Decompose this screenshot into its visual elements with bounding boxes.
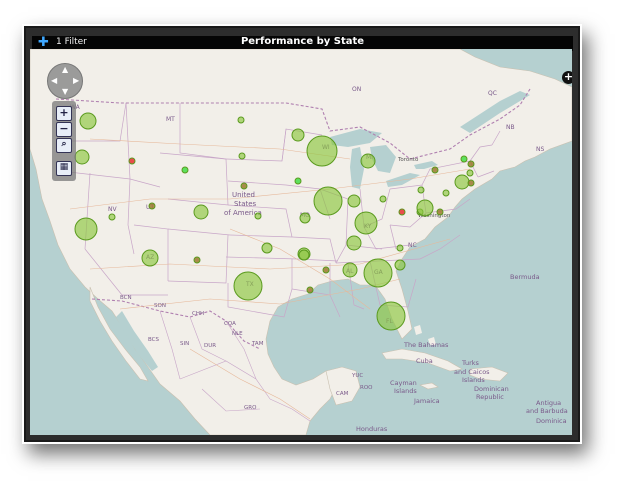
label-chh: CHH	[192, 311, 204, 317]
bubble-ut[interactable]	[148, 202, 156, 210]
expand-button[interactable]: +	[562, 71, 572, 84]
label-NS: NS	[536, 146, 544, 153]
label-cuba: Cuba	[416, 357, 433, 365]
label-antigua-1: Antigua	[536, 399, 561, 407]
bubble-pa[interactable]	[416, 199, 434, 217]
bubble-nm[interactable]	[193, 256, 201, 264]
bubble-md[interactable]	[436, 208, 444, 216]
label-cam: CAM	[336, 391, 349, 397]
label-bcs: BCS	[148, 337, 160, 343]
bubble-al[interactable]	[342, 262, 358, 278]
label-dr-2: Republic	[476, 393, 504, 401]
label-dr-1: Dominican	[474, 385, 509, 393]
zoom-in-button[interactable]: +	[56, 106, 72, 121]
label-tam: TAM	[251, 341, 264, 347]
bubble-de[interactable]	[442, 189, 450, 197]
bubble-or[interactable]	[74, 149, 90, 165]
bubble-ct[interactable]	[454, 174, 470, 190]
bubble-la[interactable]	[306, 286, 314, 294]
map-canvas[interactable]: ON QC WA MT NV UT AZ TX MO WI MI KY NC G…	[30, 49, 572, 435]
label-NB: NB	[506, 124, 515, 131]
bubble-ca[interactable]	[74, 217, 98, 241]
label-united: United	[232, 191, 255, 199]
label-toronto: Toronto	[397, 157, 419, 163]
bubble-tn[interactable]	[346, 235, 362, 251]
pan-down-icon[interactable]: ▼	[62, 88, 68, 96]
pan-compass-icon[interactable]: ▲ ▼ ◀ ▶	[47, 63, 83, 99]
label-turks-3: Islands	[462, 376, 485, 384]
bubble-in[interactable]	[347, 194, 361, 208]
label-bermuda: Bermuda	[510, 273, 540, 281]
bubble-ia[interactable]	[294, 177, 302, 185]
bubble-ny[interactable]	[431, 166, 439, 174]
label-bcn: BCN	[120, 295, 132, 301]
label-roo: ROO	[360, 385, 373, 391]
label-coa: COA	[224, 321, 236, 327]
bubble-sc[interactable]	[394, 259, 406, 271]
bubble-ma[interactable]	[467, 179, 475, 187]
label-honduras: Honduras	[356, 425, 388, 433]
label-NC: NC	[408, 242, 417, 249]
bubble-wa[interactable]	[79, 112, 97, 130]
bubble-nc[interactable]	[396, 244, 404, 252]
bubble-sd[interactable]	[240, 182, 248, 190]
label-yuc: YUC	[351, 373, 363, 379]
bubble-ks[interactable]	[261, 242, 273, 254]
bubble-tx[interactable]	[233, 271, 263, 301]
bubble-vt[interactable]	[460, 155, 468, 163]
label-ON: ON	[352, 86, 361, 93]
zoom-out-button[interactable]: −	[56, 122, 72, 137]
label-turks-1: Turks	[461, 359, 480, 367]
bubble-wi[interactable]	[306, 135, 338, 167]
label-NV: NV	[108, 206, 117, 213]
bubble-mt[interactable]	[237, 116, 245, 124]
bubble-mi[interactable]	[360, 153, 376, 169]
bubble-wv[interactable]	[398, 208, 406, 216]
label-turks-2: and Caicos	[454, 368, 490, 376]
bubble-ar[interactable]	[298, 249, 310, 261]
chart-title: Performance by State	[240, 36, 365, 47]
bubble-co[interactable]	[193, 204, 209, 220]
bubble-ne[interactable]	[254, 212, 262, 220]
bubble-ms[interactable]	[322, 266, 330, 274]
zoom-toolbar: + − ⌕ ▦	[52, 101, 76, 181]
label-gro: GRO	[244, 405, 257, 411]
pan-left-icon[interactable]: ◀	[51, 77, 57, 85]
label-states: States	[234, 200, 257, 208]
basemap: ON QC WA MT NV UT AZ TX MO WI MI KY NC G…	[30, 49, 572, 435]
bubble-fl[interactable]	[376, 301, 406, 331]
label-jamaica: Jamaica	[413, 397, 440, 405]
label-antigua-2: and Barbuda	[526, 407, 568, 415]
bubble-mn[interactable]	[291, 128, 305, 142]
label-sin: SIN	[180, 341, 189, 347]
label-cayman-1: Cayman	[390, 379, 417, 387]
bubble-nd[interactable]	[238, 152, 246, 160]
bubble-nj[interactable]	[417, 186, 425, 194]
bubble-ri[interactable]	[466, 169, 474, 177]
label-QC: QC	[488, 90, 497, 97]
label-son: SON	[154, 303, 166, 309]
pan-right-icon[interactable]: ▶	[73, 77, 79, 85]
zoom-extent-icon[interactable]: ⌕	[56, 138, 72, 153]
pan-up-icon[interactable]: ▲	[62, 66, 68, 74]
layers-icon[interactable]: ▦	[56, 161, 72, 176]
label-dominica: Dominica	[536, 417, 567, 425]
bubble-il[interactable]	[313, 186, 343, 216]
bubble-ky[interactable]	[354, 211, 378, 235]
bubble-mo[interactable]	[299, 212, 311, 224]
label-bahamas: The Bahamas	[403, 341, 449, 349]
bubble-oh[interactable]	[379, 195, 387, 203]
bubble-ga[interactable]	[363, 258, 393, 288]
bubble-wy[interactable]	[181, 166, 189, 174]
bubble-az[interactable]	[141, 249, 159, 267]
label-nle: NLE	[232, 331, 243, 337]
bubble-id[interactable]	[128, 157, 136, 165]
label-MT: MT	[166, 116, 175, 123]
label-dur: DUR	[204, 343, 216, 349]
bubble-nh[interactable]	[467, 160, 475, 168]
bubble-nv[interactable]	[108, 213, 116, 221]
label-cayman-2: Islands	[394, 387, 417, 395]
